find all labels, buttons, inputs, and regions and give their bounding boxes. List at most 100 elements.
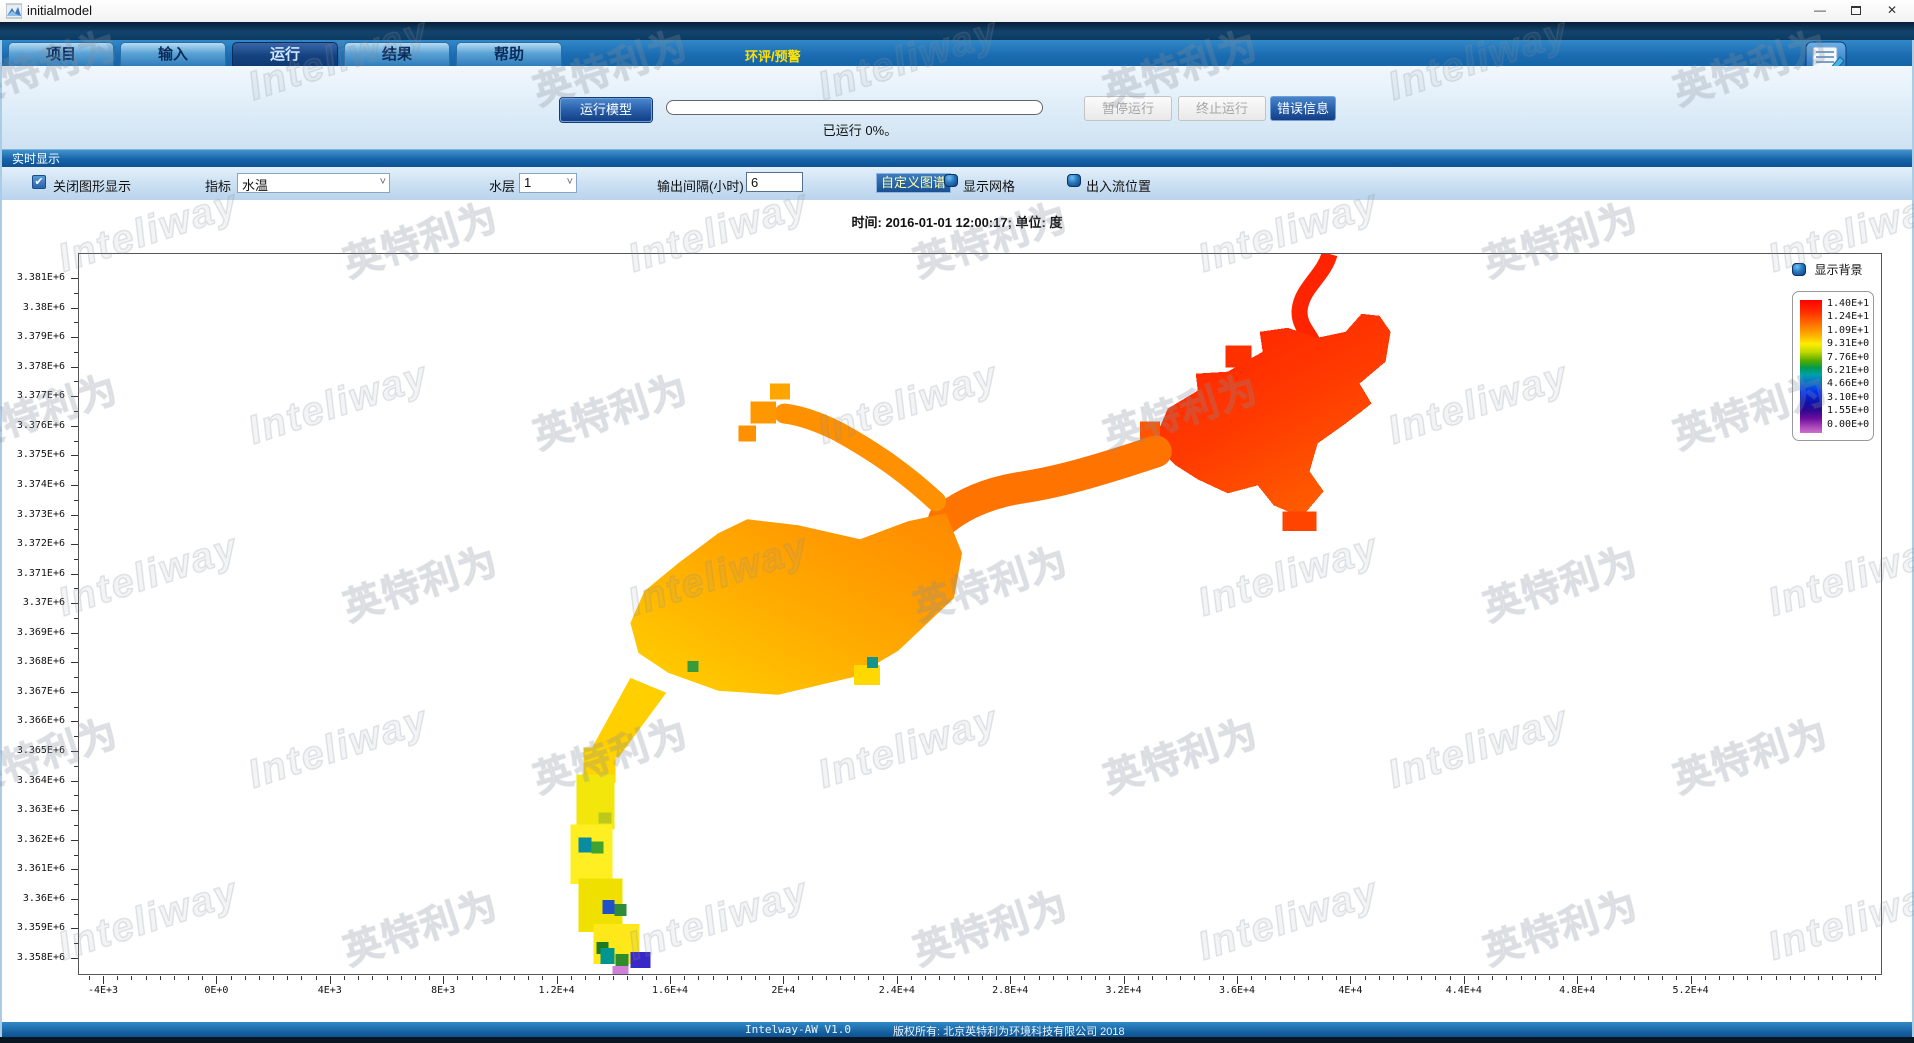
x-minor-tick [372,976,373,980]
y-tick-label: 3.375E+6 [17,449,65,460]
show-background-control: 显示背景 [1792,261,1862,279]
x-minor-tick [755,976,756,980]
x-minor-tick [1067,976,1068,980]
legend-value: 4.66E+0 [1827,378,1869,391]
tab-project[interactable]: 项目 [8,42,114,66]
x-tick-mark [1464,976,1465,984]
x-minor-tick [1506,976,1507,980]
x-minor-tick [1180,976,1181,980]
x-minor-tick [514,976,515,980]
x-tick-label: 4.4E+4 [1419,985,1509,996]
show-background-toggle[interactable] [1792,263,1806,276]
y-tick-mark [71,840,78,841]
x-minor-tick [1095,976,1096,980]
x-tick-label: 3.2E+4 [1079,985,1169,996]
x-minor-tick [1138,976,1139,980]
y-tick-mark [71,603,78,604]
x-minor-tick [656,976,657,980]
minimize-button[interactable]: — [1802,0,1838,22]
layer-select[interactable]: 1 ˅ [519,173,577,193]
pause-run-button[interactable]: 暂停运行 [1084,96,1172,121]
app-window: initialmodel — ✕ 项目 输入 运行 结果 帮助 环评/预警 运行… [0,0,1914,1043]
x-minor-tick [1421,976,1422,980]
y-minor-tick [74,677,78,678]
x-minor-tick [1053,976,1054,980]
tab-help[interactable]: 帮助 [456,42,562,66]
y-tick-label: 3.368E+6 [17,656,65,667]
flow-position-toggle[interactable] [1067,174,1081,187]
x-minor-tick [585,976,586,980]
show-grid-toggle[interactable] [944,174,958,187]
legend-value: 1.55E+0 [1827,405,1869,418]
y-minor-tick [74,588,78,589]
x-minor-tick [429,976,430,980]
x-minor-tick [1705,976,1706,980]
simulation-time-label: 时间: 2016-01-01 12:00:17; 单位: 度 [757,212,1157,231]
x-minor-tick [1379,976,1380,980]
env-warning-label[interactable]: 环评/预警 [745,46,801,65]
x-tick-label: 8E+3 [398,985,488,996]
x-minor-tick [117,976,118,980]
x-minor-tick [1265,976,1266,980]
x-minor-tick [1606,976,1607,980]
interval-input[interactable] [746,172,803,192]
y-tick-mark [71,367,78,368]
x-tick-label: -4E+3 [58,985,148,996]
realtime-controls: ✔ 关闭图形显示 指标 水温 ˅ 水层 1 ˅ 输出间隔(小时) 自定义图谱 显… [0,167,1914,200]
x-minor-tick [954,976,955,980]
y-tick-label: 3.37E+6 [23,597,65,608]
x-minor-tick [415,976,416,980]
window-title: initialmodel [27,3,92,18]
x-minor-tick [1676,976,1677,980]
tab-row: 项目 输入 运行 结果 帮助 [0,40,1914,66]
y-minor-tick [74,441,78,442]
close-button[interactable]: ✕ [1874,0,1910,22]
y-minor-tick [74,381,78,382]
close-graphics-checkbox[interactable]: ✔ [32,175,46,189]
x-minor-tick [939,976,940,980]
x-minor-tick [1194,976,1195,980]
x-minor-tick [1875,976,1876,980]
x-minor-tick [727,976,728,980]
x-minor-tick [1223,976,1224,980]
y-tick-mark [71,958,78,959]
x-minor-tick [1790,976,1791,980]
x-minor-tick [599,976,600,980]
maximize-button[interactable] [1838,0,1874,22]
x-minor-tick [1024,976,1025,980]
y-tick-label: 3.367E+6 [17,686,65,697]
x-tick-label: 3.6E+4 [1192,985,1282,996]
x-tick-mark [1350,976,1351,984]
x-tick-mark [1010,976,1011,984]
y-minor-tick [74,943,78,944]
y-tick-mark [71,574,78,575]
tab-results[interactable]: 结果 [344,42,450,66]
x-minor-tick [202,976,203,980]
x-minor-tick [1719,976,1720,980]
app-icon [6,3,22,19]
tab-input[interactable]: 输入 [120,42,226,66]
x-tick-label: 4E+3 [285,985,375,996]
y-tick-mark [71,485,78,486]
x-minor-tick [1804,976,1805,980]
stop-run-button[interactable]: 终止运行 [1178,96,1266,121]
y-tick-mark [71,278,78,279]
custom-colormap-button[interactable]: 自定义图谱 [876,173,951,193]
x-minor-tick [131,976,132,980]
x-minor-tick [1393,976,1394,980]
y-minor-tick [74,352,78,353]
y-tick-label: 3.378E+6 [17,361,65,372]
chevron-down-icon: ˅ [567,176,573,188]
run-model-button[interactable]: 运行模型 [560,98,652,122]
x-minor-tick [613,976,614,980]
x-minor-tick [472,976,473,980]
error-info-button[interactable]: 错误信息 [1270,96,1336,121]
indicator-select[interactable]: 水温 ˅ [237,173,390,193]
y-tick-label: 3.381E+6 [17,272,65,283]
tab-run[interactable]: 运行 [232,42,338,66]
y-minor-tick [74,707,78,708]
x-minor-tick [1818,976,1819,980]
y-tick-mark [71,308,78,309]
y-minor-tick [74,470,78,471]
legend-value: 1.40E+1 [1827,298,1869,311]
